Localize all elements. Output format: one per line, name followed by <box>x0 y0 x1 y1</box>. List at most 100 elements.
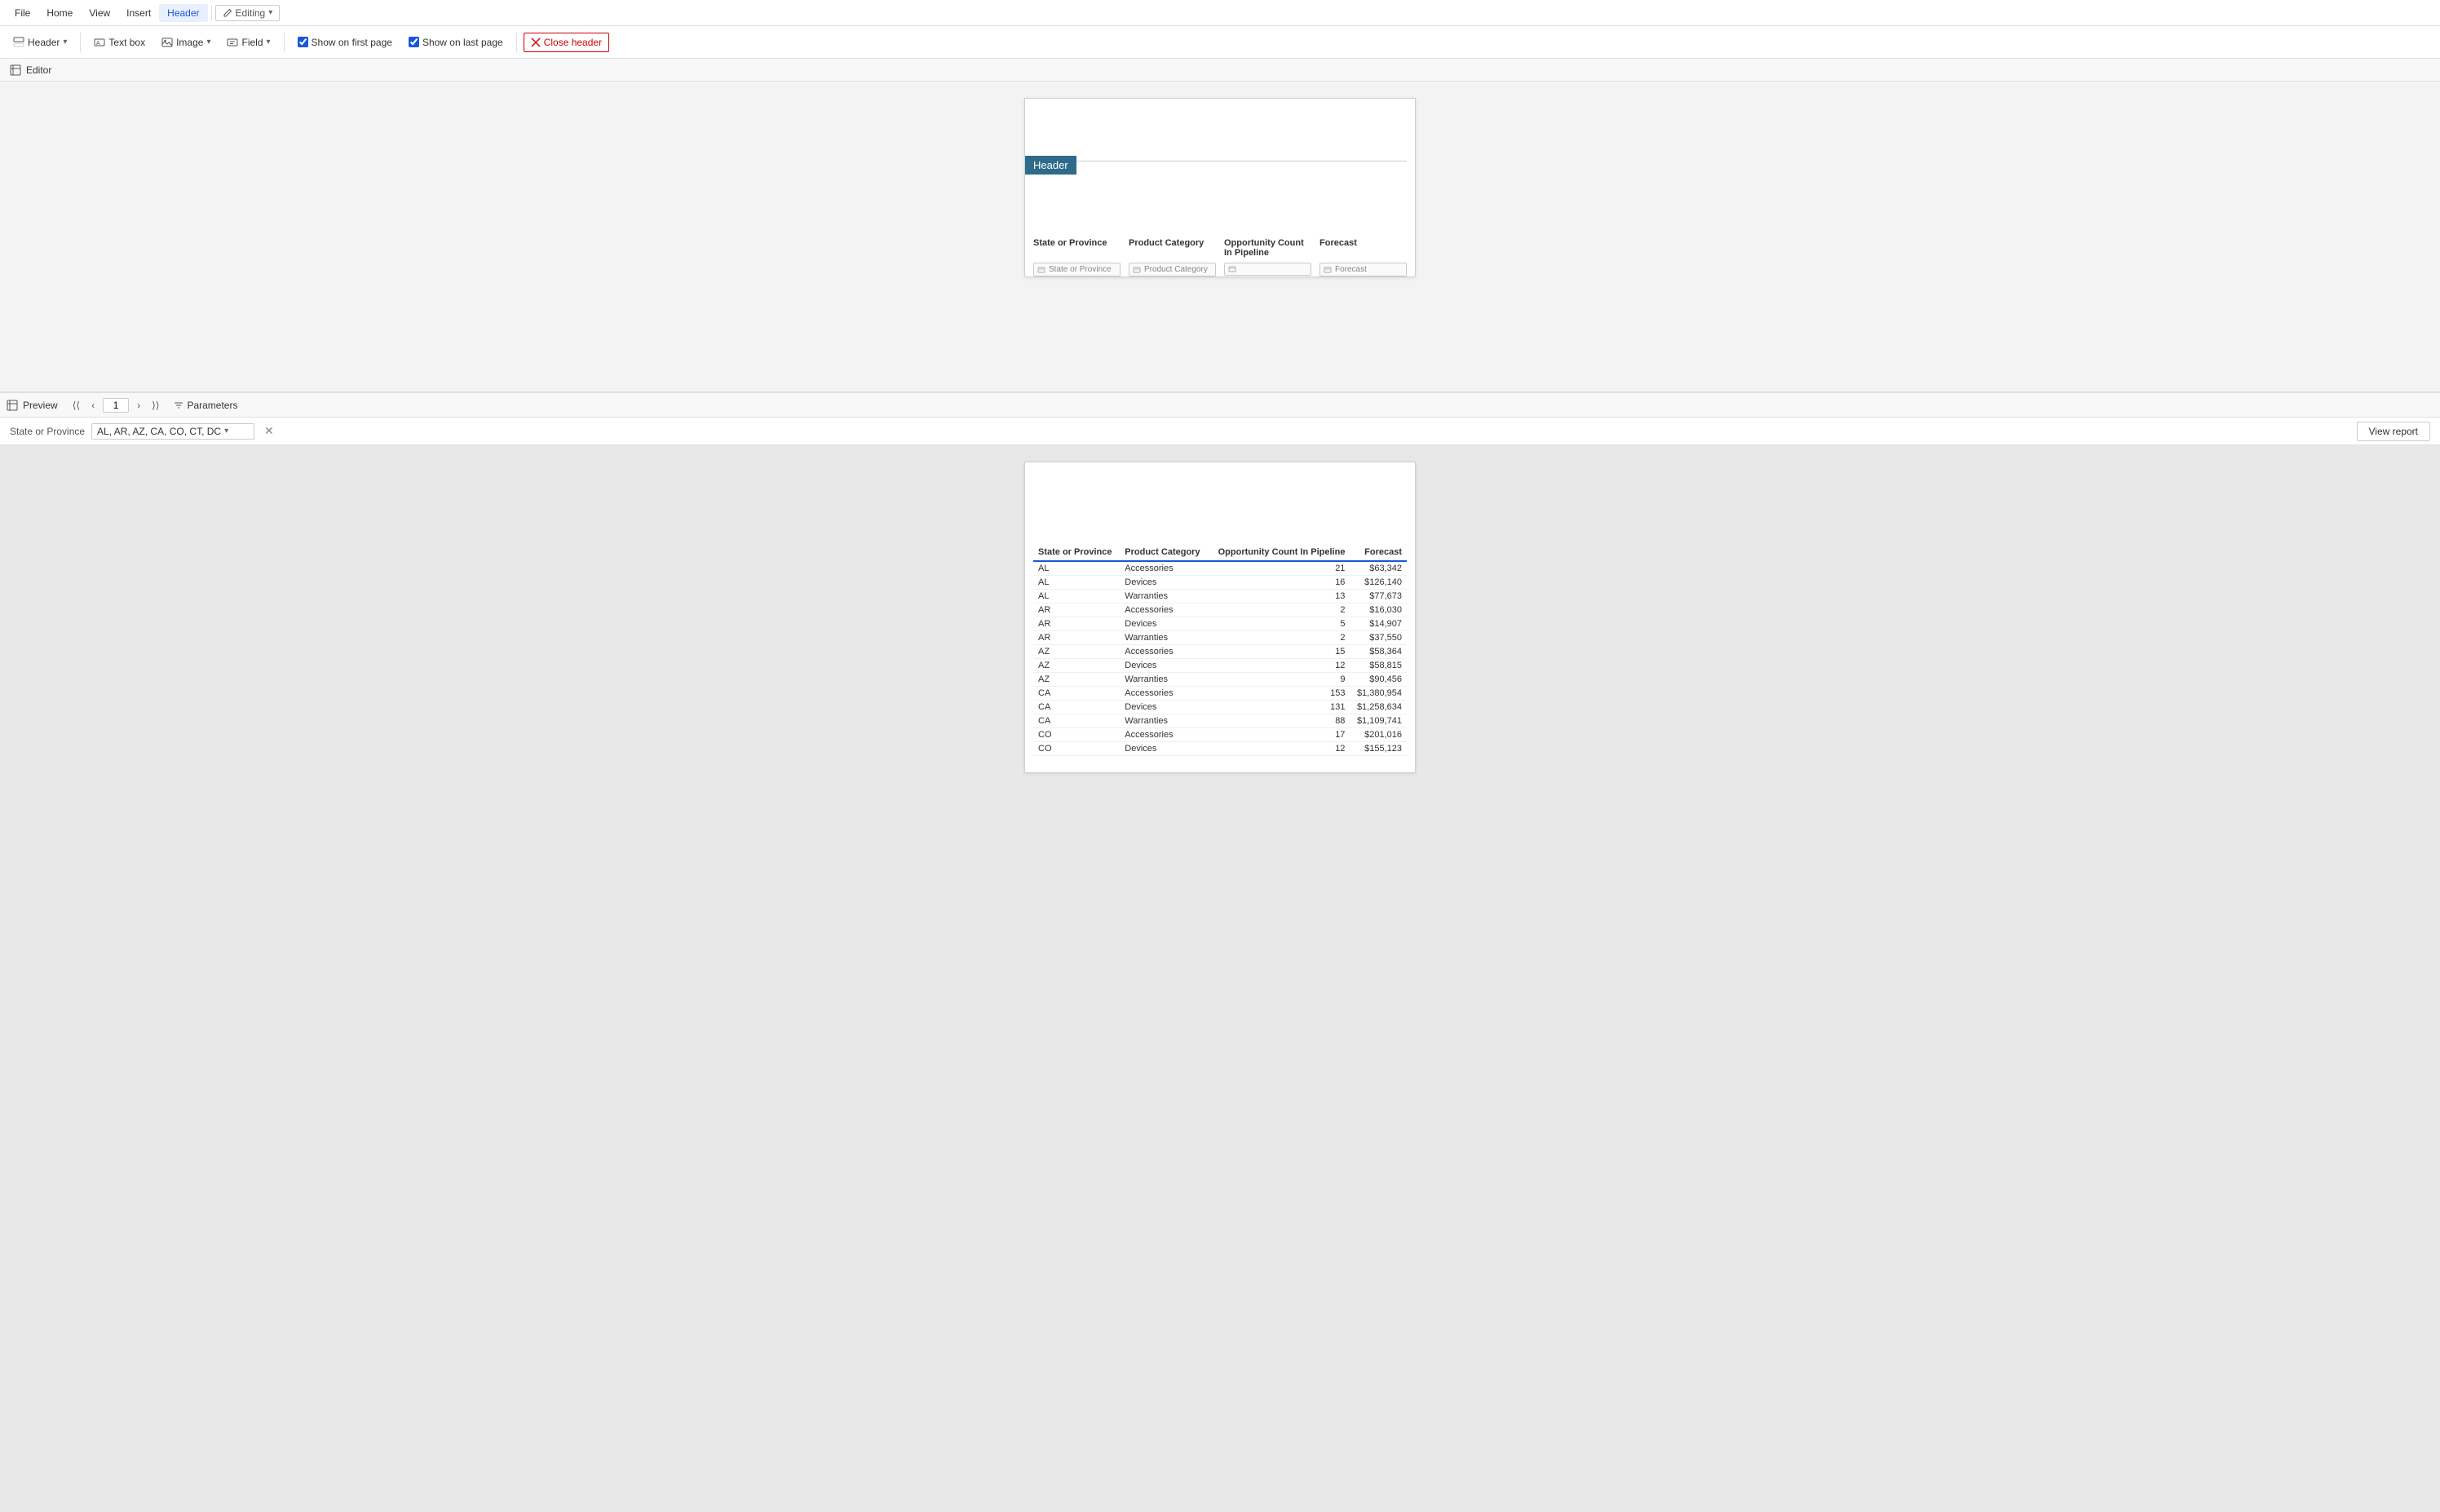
header-band-label: Header <box>1025 156 1076 175</box>
view-report-button[interactable]: View report <box>2357 422 2430 441</box>
editor-section-label: Editor <box>0 59 2440 82</box>
editing-badge[interactable]: Editing ▾ <box>215 5 281 21</box>
td-state: CA <box>1033 701 1120 714</box>
td-product: Warranties <box>1120 714 1208 728</box>
image-label: Image <box>176 37 203 48</box>
td-forecast: $1,380,954 <box>1350 687 1407 701</box>
state-param-label: State or Province <box>10 426 85 437</box>
close-header-button[interactable]: Close header <box>524 33 609 52</box>
menu-file[interactable]: File <box>7 4 38 22</box>
data-cell-forecast: Forecast <box>1319 263 1407 276</box>
td-state: AR <box>1033 603 1120 617</box>
td-state: AR <box>1033 631 1120 645</box>
td-state: CA <box>1033 714 1120 728</box>
th-product: Product Category <box>1120 544 1208 561</box>
first-page-button[interactable]: ⟨⟨ <box>69 398 83 413</box>
td-product: Warranties <box>1120 590 1208 603</box>
td-product: Accessories <box>1120 645 1208 659</box>
td-forecast: $37,550 <box>1350 631 1407 645</box>
show-last-checkbox[interactable] <box>409 37 419 47</box>
state-param-clear[interactable]: ✕ <box>264 424 274 438</box>
td-opportunity: 21 <box>1208 561 1350 576</box>
show-first-check[interactable]: Show on first page <box>291 33 399 51</box>
show-last-check[interactable]: Show on last page <box>402 33 510 51</box>
td-product: Accessories <box>1120 561 1208 576</box>
product-placeholder: Product Category <box>1129 263 1216 276</box>
menu-insert[interactable]: Insert <box>118 4 159 22</box>
menu-bar: File Home View Insert Header Editing ▾ <box>0 0 2440 26</box>
close-header-label: Close header <box>544 37 602 48</box>
preview-page: State or Province Product Category Oppor… <box>1024 462 1416 773</box>
next-page-button[interactable]: › <box>134 398 144 413</box>
textbox-button[interactable]: A Text box <box>87 33 152 51</box>
table-row: CA Accessories 153 $1,380,954 <box>1033 687 1407 701</box>
th-forecast: Forecast <box>1350 544 1407 561</box>
preview-top-space <box>1033 495 1407 544</box>
td-state: AR <box>1033 617 1120 631</box>
state-param-select[interactable]: AL, AR, AZ, CA, CO, CT, DC ▾ <box>91 423 254 440</box>
col-state-label: State or Province <box>1033 237 1121 250</box>
td-opportunity: 16 <box>1208 576 1350 590</box>
show-first-label: Show on first page <box>312 37 392 48</box>
last-page-button[interactable]: ⟩⟩ <box>148 398 162 413</box>
svg-text:A: A <box>96 41 100 46</box>
menu-header[interactable]: Header <box>159 4 207 22</box>
page-number-input[interactable] <box>103 398 129 413</box>
textbox-icon: A <box>94 37 105 48</box>
th-opportunity: Opportunity Count In Pipeline <box>1208 544 1350 561</box>
canvas-top-space <box>1025 99 1415 156</box>
parameters-button[interactable]: Parameters <box>167 397 244 413</box>
prev-page-button[interactable]: ‹ <box>88 398 98 413</box>
menu-divider <box>211 5 212 21</box>
state-param-value: AL, AR, AZ, CA, CO, CT, DC <box>97 426 221 437</box>
td-forecast: $1,109,741 <box>1350 714 1407 728</box>
forecast-placeholder: Forecast <box>1319 263 1407 276</box>
td-state: AL <box>1033 590 1120 603</box>
td-product: Warranties <box>1120 673 1208 687</box>
td-opportunity: 131 <box>1208 701 1350 714</box>
field-chevron: ▾ <box>267 38 271 46</box>
header-button[interactable]: Header ▾ <box>7 33 73 51</box>
field-button[interactable]: Field ▾ <box>220 33 276 51</box>
header-chevron: ▾ <box>63 38 67 46</box>
image-button[interactable]: Image ▾ <box>155 33 217 51</box>
parameters-label: Parameters <box>187 400 237 411</box>
data-cell-state: State or Province <box>1033 263 1121 276</box>
td-opportunity: 5 <box>1208 617 1350 631</box>
toolbar-sep-3 <box>516 33 517 52</box>
editor-icon <box>10 64 21 76</box>
header-icon <box>13 37 24 48</box>
td-forecast: $77,673 <box>1350 590 1407 603</box>
table-row: AR Accessories 2 $16,030 <box>1033 603 1407 617</box>
report-data-row: State or Province Product Category Forec… <box>1025 263 1415 276</box>
pencil-icon <box>223 8 232 18</box>
table-row: CO Devices 12 $155,123 <box>1033 742 1407 756</box>
td-opportunity: 153 <box>1208 687 1350 701</box>
preview-content: State or Province Product Category Oppor… <box>0 445 2440 1512</box>
table-row: AL Accessories 21 $63,342 <box>1033 561 1407 576</box>
td-state: AZ <box>1033 645 1120 659</box>
table-row: AR Warranties 2 $37,550 <box>1033 631 1407 645</box>
th-state: State or Province <box>1033 544 1120 561</box>
td-opportunity: 2 <box>1208 603 1350 617</box>
menu-home[interactable]: Home <box>38 4 81 22</box>
toolbar: Header ▾ A Text box Image ▾ Field ▾ <box>0 26 2440 59</box>
col-forecast: Forecast <box>1319 237 1407 259</box>
table-row: CA Warranties 88 $1,109,741 <box>1033 714 1407 728</box>
td-forecast: $58,815 <box>1350 659 1407 673</box>
header-label: Header <box>28 37 60 48</box>
opportunity-placeholder <box>1224 263 1311 276</box>
td-forecast: $126,140 <box>1350 576 1407 590</box>
td-opportunity: 13 <box>1208 590 1350 603</box>
td-state: CO <box>1033 742 1120 756</box>
col-opportunity-label: Opportunity Count In Pipeline <box>1224 237 1311 259</box>
show-first-checkbox[interactable] <box>298 37 308 47</box>
td-state: AZ <box>1033 659 1120 673</box>
td-forecast: $63,342 <box>1350 561 1407 576</box>
menu-view[interactable]: View <box>81 4 118 22</box>
params-bar: State or Province AL, AR, AZ, CA, CO, CT… <box>0 418 2440 445</box>
td-forecast: $58,364 <box>1350 645 1407 659</box>
field-placeholder-icon-opportunity <box>1228 265 1236 273</box>
td-state: CO <box>1033 728 1120 742</box>
col-state: State or Province <box>1033 237 1121 259</box>
